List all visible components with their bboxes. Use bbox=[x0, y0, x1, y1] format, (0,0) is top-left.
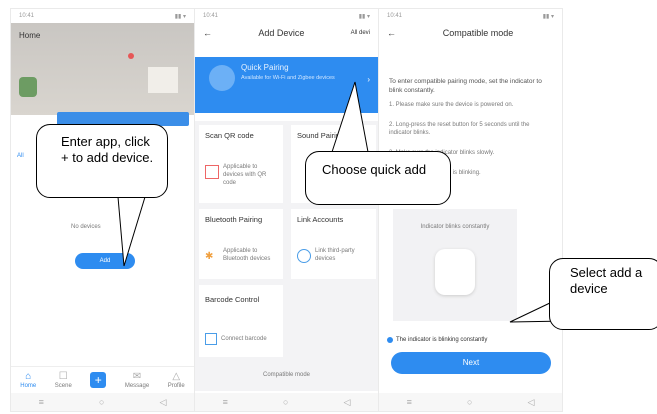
message-icon: ✉ bbox=[132, 370, 142, 382]
back-arrow-icon[interactable]: ← bbox=[203, 28, 212, 38]
step-1: 1. Please make sure the device is powere… bbox=[389, 102, 514, 108]
quick-pairing-banner[interactable]: Quick Pairing Available for Wi-Fi and Zi… bbox=[195, 57, 378, 113]
page-title: Compatible mode bbox=[442, 28, 514, 38]
decor-flower bbox=[128, 53, 134, 59]
home-nav-icon[interactable]: ○ bbox=[467, 397, 472, 407]
plus-button[interactable]: + bbox=[90, 372, 107, 388]
header: ← Compatible mode bbox=[379, 23, 562, 43]
system-nav-bar: ≡ ○ ◁ bbox=[195, 393, 378, 411]
home-nav-icon[interactable]: ○ bbox=[283, 397, 288, 407]
banner-desc: Available for Wi-Fi and Zigbee devices bbox=[241, 75, 335, 81]
screen-compatible-mode: 10:41 ▮▮ ▾ ← Compatible mode To enter com… bbox=[378, 8, 563, 412]
bottom-tab-bar: ⌂ Home ☐ Scene + ✉ Message △ Profile bbox=[11, 366, 194, 393]
status-bar: 10:41 ▮▮ ▾ bbox=[387, 13, 554, 20]
device-image bbox=[435, 249, 475, 295]
plus-icon: + bbox=[94, 373, 102, 387]
add-device-button[interactable]: Add bbox=[75, 253, 135, 269]
intro-text: To enter compatible pairing mode, set th… bbox=[389, 78, 542, 94]
checkbox-checked-icon bbox=[387, 337, 393, 343]
tab-message[interactable]: ✉ Message bbox=[125, 371, 149, 390]
bluetooth-icon: ✱ bbox=[205, 251, 214, 262]
chevron-right-icon: › bbox=[367, 75, 370, 84]
menu-icon[interactable]: ≡ bbox=[407, 397, 412, 407]
option-scan-qr[interactable]: Scan QR code Applicable to devices with … bbox=[199, 125, 283, 203]
room-tab[interactable]: All bbox=[17, 153, 24, 159]
indicator-checkbox[interactable]: The indicator is blinking constantly bbox=[387, 336, 487, 344]
back-arrow-icon[interactable]: ← bbox=[387, 28, 396, 38]
decor-furniture bbox=[148, 67, 178, 93]
screen-add-device: 10:41 ▮▮ ▾ ← Add Device All devi Quick Pa… bbox=[194, 8, 379, 412]
banner-title: Quick Pairing bbox=[241, 63, 289, 72]
profile-icon: △ bbox=[172, 370, 181, 382]
step-2: 2. Long-press the reset button for 5 sec… bbox=[389, 122, 530, 136]
all-devices-link[interactable]: All devi bbox=[351, 30, 370, 36]
menu-icon[interactable]: ≡ bbox=[223, 397, 228, 407]
status-bar: 10:41 ▮▮ ▾ bbox=[203, 13, 370, 20]
option-barcode[interactable]: Barcode Control Connect barcode bbox=[199, 285, 283, 357]
callout-choose-quick-add: Choose quick add bbox=[305, 151, 451, 205]
option-link-accounts[interactable]: Link Accounts Link third-party devices bbox=[291, 209, 376, 279]
tab-home[interactable]: ⌂ Home bbox=[20, 371, 36, 390]
system-nav-bar: ≡ ○ ◁ bbox=[11, 393, 194, 411]
status-bar: 10:41 ▮▮ ▾ bbox=[19, 13, 186, 20]
device-illustration: Indicator blinks constantly bbox=[393, 209, 517, 321]
link-icon bbox=[297, 249, 311, 263]
barcode-icon bbox=[205, 333, 217, 345]
header: ← Add Device All devi bbox=[195, 23, 378, 43]
home-icon: ⌂ bbox=[25, 370, 32, 382]
option-bluetooth[interactable]: Bluetooth Pairing ✱ Applicable to Blueto… bbox=[199, 209, 283, 279]
tab-profile[interactable]: △ Profile bbox=[168, 371, 185, 390]
empty-state-text: No devices bbox=[71, 224, 101, 230]
quick-pairing-icon bbox=[209, 65, 235, 91]
page-title: Add Device bbox=[258, 28, 305, 38]
callout-enter-app: Enter app, click + to add device. bbox=[36, 124, 168, 198]
qr-icon bbox=[205, 165, 219, 179]
decor-plant bbox=[19, 77, 37, 97]
home-label[interactable]: Home bbox=[19, 31, 40, 40]
back-nav-icon[interactable]: ◁ bbox=[344, 397, 351, 408]
tab-scene[interactable]: ☐ Scene bbox=[55, 371, 72, 390]
back-nav-icon[interactable]: ◁ bbox=[160, 397, 167, 408]
callout-select-add-device: Select add a device bbox=[549, 258, 657, 330]
screen-home: 10:41 ▮▮ ▾ Home All No devices Add ⌂ Home … bbox=[10, 8, 195, 412]
menu-icon[interactable]: ≡ bbox=[39, 397, 44, 407]
home-header-image: Home bbox=[11, 23, 194, 115]
scene-icon: ☐ bbox=[58, 370, 68, 382]
next-button[interactable]: Next bbox=[391, 352, 551, 374]
illustration-caption: Indicator blinks constantly bbox=[420, 224, 490, 230]
system-nav-bar: ≡ ○ ◁ bbox=[379, 393, 562, 411]
back-nav-icon[interactable]: ◁ bbox=[528, 397, 535, 408]
compatible-mode-link[interactable]: Compatible mode bbox=[195, 371, 378, 379]
home-nav-icon[interactable]: ○ bbox=[99, 397, 104, 407]
